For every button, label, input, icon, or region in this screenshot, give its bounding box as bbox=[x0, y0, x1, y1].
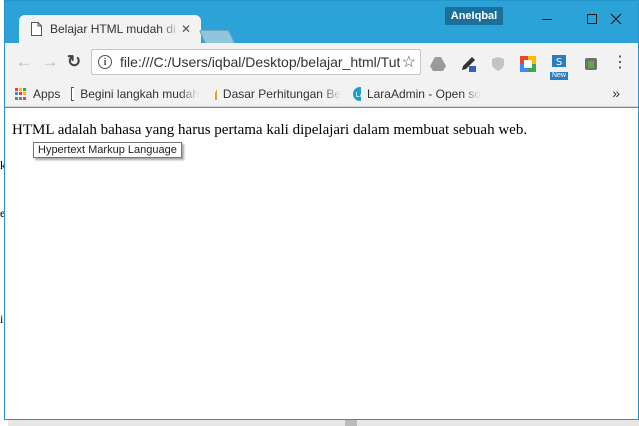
page-paragraph: HTML adalah bahasa yang harus pertama ka… bbox=[12, 122, 528, 138]
shield-icon[interactable] bbox=[490, 56, 506, 72]
url-text[interactable]: file:///C:/Users/iqbal/Desktop/belajar_h… bbox=[120, 54, 400, 70]
title-bar: AneIqbal Belajar HTML mudah di Android ✕ bbox=[5, 1, 638, 44]
bookmark-apps[interactable]: Apps bbox=[15, 85, 60, 103]
svg-text:LA: LA bbox=[356, 91, 361, 99]
apps-grid-icon bbox=[15, 88, 27, 100]
abbr-tooltip: Hypertext Markup Language bbox=[33, 142, 182, 158]
bookmark-label: Apps bbox=[33, 87, 61, 101]
reload-button[interactable]: ↻ bbox=[63, 51, 85, 73]
forward-button[interactable]: → bbox=[39, 51, 61, 73]
page-viewport: HTML adalah bahasa yang harus pertama ka… bbox=[5, 108, 638, 419]
background-scrollbar bbox=[345, 420, 357, 426]
bookmarks-overflow-icon[interactable]: » bbox=[612, 85, 620, 101]
browser-window: AneIqbal Belajar HTML mudah di Android ✕… bbox=[4, 0, 639, 420]
s-icon: S bbox=[552, 55, 566, 68]
minimize-button[interactable] bbox=[524, 5, 569, 33]
close-icon bbox=[610, 13, 621, 25]
evernote-icon[interactable] bbox=[583, 56, 599, 72]
address-bar[interactable]: i file:///C:/Users/iqbal/Desktop/belajar… bbox=[91, 49, 421, 75]
page-icon bbox=[31, 22, 42, 36]
google-translate-icon[interactable] bbox=[520, 56, 536, 72]
bookmark-star-icon[interactable]: ☆ bbox=[402, 52, 416, 72]
drive-icon[interactable] bbox=[430, 56, 446, 72]
close-window-button[interactable] bbox=[593, 5, 638, 33]
tab-title: Belajar HTML mudah di Android bbox=[50, 22, 180, 36]
bookmark-label: LaraAdmin - Open so bbox=[366, 87, 481, 101]
new-tab-button[interactable] bbox=[198, 30, 236, 44]
new-badge: New bbox=[550, 72, 568, 80]
back-button[interactable]: ← bbox=[13, 51, 35, 73]
bookmarks-bar: Apps Begini langkah mudah Dasar Perhitun… bbox=[5, 81, 638, 107]
svg-text:S: S bbox=[556, 57, 562, 67]
profile-button[interactable]: AneIqbal bbox=[445, 7, 503, 25]
laraadmin-icon: LA bbox=[353, 87, 361, 101]
bookmark-hand-icon bbox=[215, 89, 217, 100]
menu-button[interactable]: ⋮ bbox=[609, 51, 631, 73]
eyedropper-icon[interactable] bbox=[460, 56, 476, 72]
bookmark-label: Dasar Perhitungan Be bbox=[222, 87, 341, 101]
page-icon bbox=[71, 87, 75, 101]
tab-active[interactable]: Belajar HTML mudah di Android ✕ bbox=[19, 15, 201, 43]
info-icon[interactable]: i bbox=[98, 55, 112, 69]
bookmark-label: Begini langkah mudah bbox=[80, 87, 199, 101]
new-extension-icon[interactable]: S New bbox=[550, 54, 568, 80]
bookmark-laraadmin[interactable]: LA LaraAdmin - Open so bbox=[353, 85, 481, 103]
minimize-icon bbox=[541, 18, 552, 20]
toolbar: ← → ↻ i file:///C:/Users/iqbal/Desktop/b… bbox=[5, 43, 638, 81]
tab-close-icon[interactable]: ✕ bbox=[181, 22, 191, 36]
bookmark-begini[interactable]: Begini langkah mudah bbox=[71, 85, 199, 103]
bookmark-dasar[interactable]: Dasar Perhitungan Be bbox=[213, 85, 341, 103]
